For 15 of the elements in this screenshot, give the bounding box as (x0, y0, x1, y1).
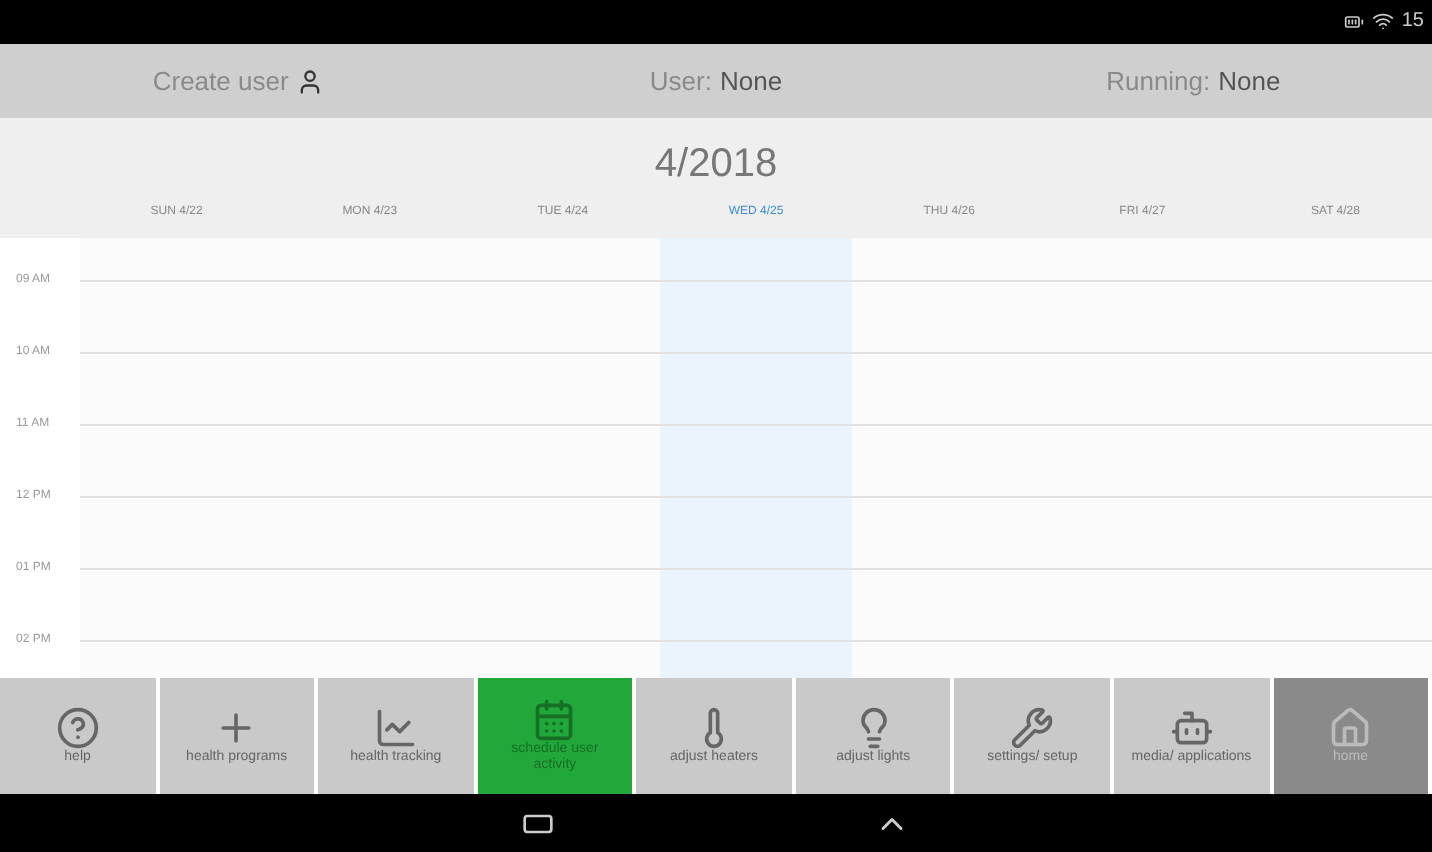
calendar-icon (532, 698, 577, 743)
help-icon (55, 706, 100, 751)
wrench-icon (1010, 706, 1055, 751)
home-icon (1328, 706, 1373, 751)
user-value: None (719, 63, 783, 100)
create-user-button[interactable]: Create user (0, 61, 478, 101)
user-label: User: (649, 63, 712, 100)
chart-icon (373, 706, 418, 751)
user-icon (296, 67, 325, 96)
running-value: None (1218, 63, 1281, 100)
battery-icon (1343, 11, 1364, 32)
clock: 15 (1401, 8, 1424, 37)
robot-icon (1169, 706, 1214, 751)
running-label: Running: (1106, 63, 1211, 100)
month-title: 4/2018 (654, 140, 778, 191)
